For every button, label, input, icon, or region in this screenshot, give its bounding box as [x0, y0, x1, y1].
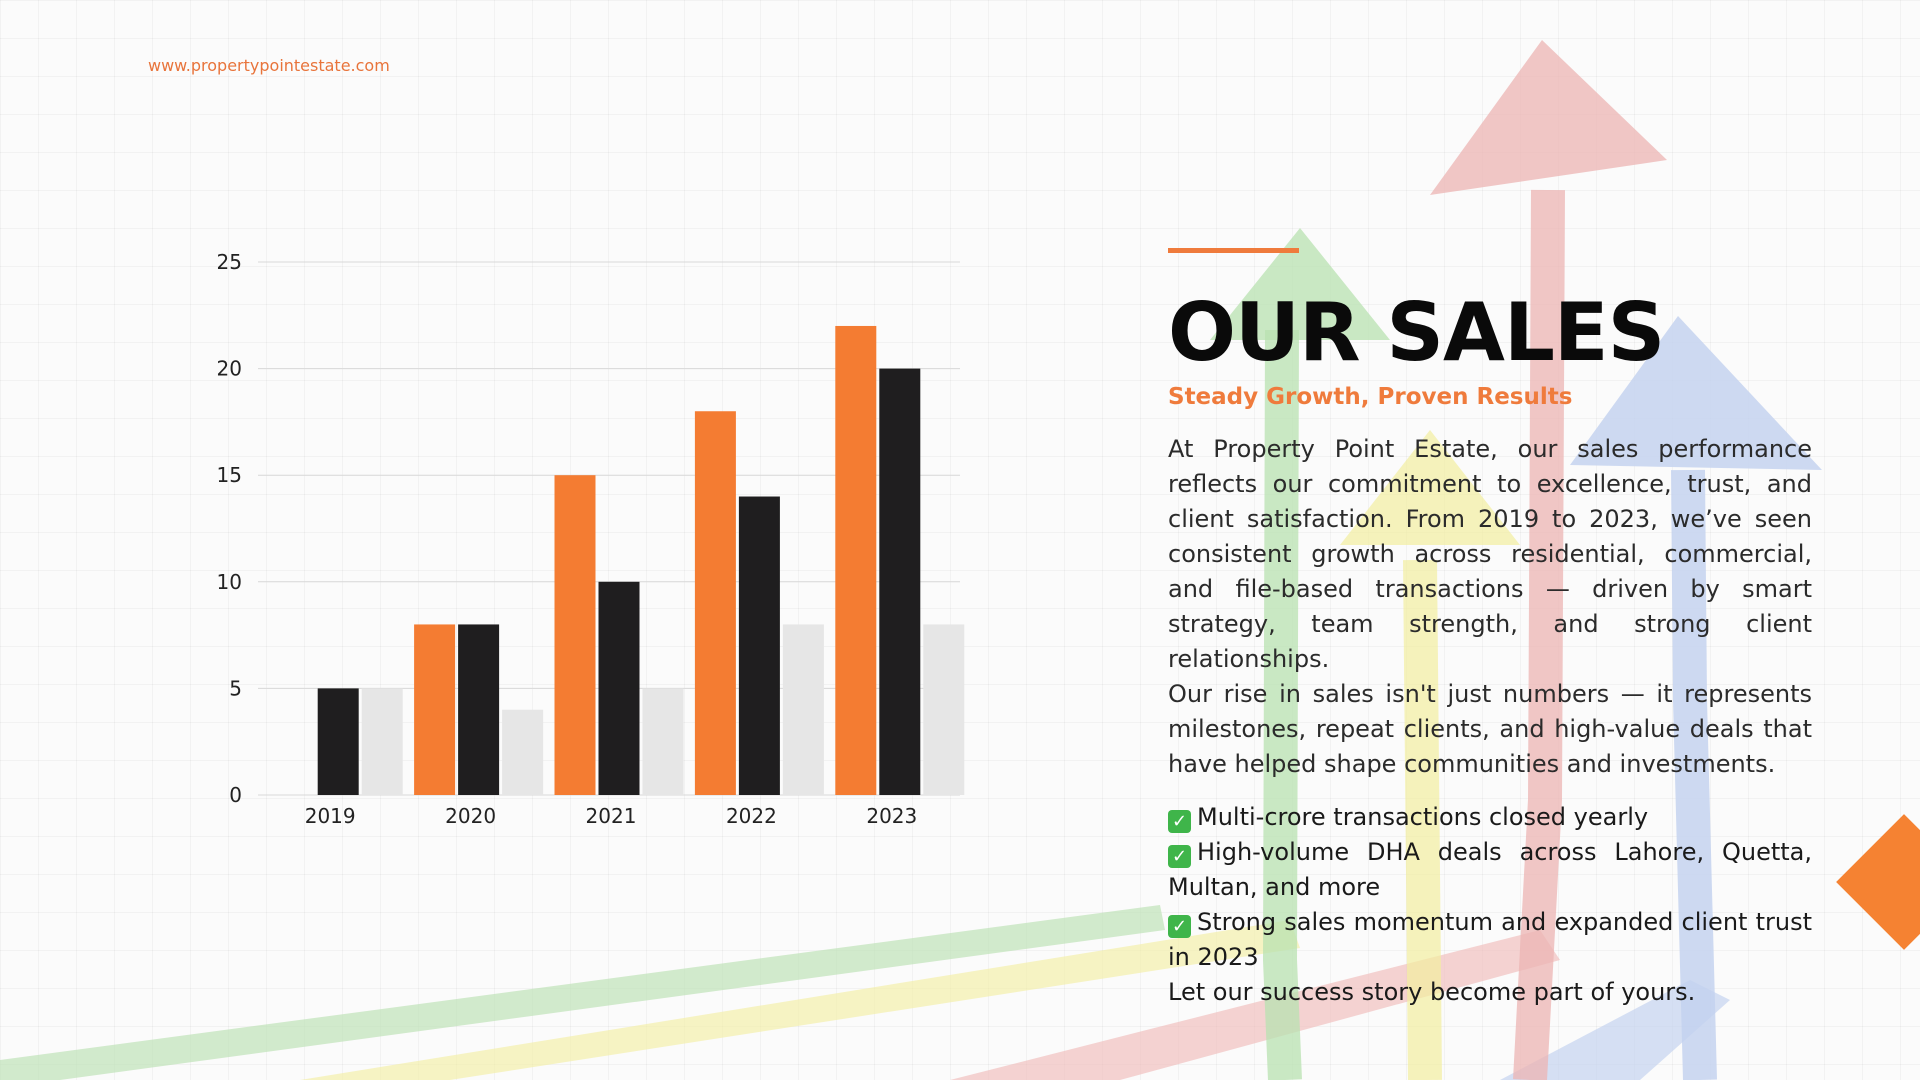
bar-2023-series-2 — [879, 368, 921, 795]
y-axis-ticks: 0 5 10 15 20 25 — [217, 250, 242, 807]
bar-2021-series-3 — [642, 688, 684, 795]
y-tick-label: 5 — [229, 676, 242, 700]
x-tick-label: 2021 — [586, 804, 637, 828]
y-tick-label: 20 — [217, 357, 242, 381]
y-tick-label: 25 — [217, 250, 242, 274]
bar-2022-series-3 — [782, 624, 824, 795]
bar-2023-series-1 — [835, 325, 877, 795]
bar-2022-series-2 — [738, 496, 780, 795]
highlight-item: ✓ High-volume DHA deals across Lahore, Qu… — [1168, 838, 1812, 901]
description-paragraph-2: Our rise in sales isn't just numbers — i… — [1168, 680, 1812, 778]
bar-2020-series-2 — [458, 624, 500, 795]
highlight-item: ✓ Multi-crore transactions closed yearly — [1168, 800, 1812, 835]
website-url[interactable]: www.propertypointestate.com — [148, 56, 390, 75]
sales-bar-chart: 0 5 10 15 20 25 2019 2020 2021 2022 2023 — [217, 250, 965, 828]
x-tick-label: 2023 — [866, 804, 917, 828]
y-tick-label: 0 — [229, 783, 242, 807]
highlights-list: ✓ Multi-crore transactions closed yearly … — [1168, 800, 1812, 1010]
chart-bars — [317, 325, 965, 795]
bar-2021-series-2 — [598, 581, 640, 795]
highlight-item: ✓ Strong sales momentum and expanded clie… — [1168, 908, 1812, 971]
bar-2019-series-2 — [317, 688, 359, 795]
y-tick-label: 10 — [217, 570, 242, 594]
bar-2023-series-3 — [923, 624, 965, 795]
title-accent-line — [1168, 248, 1299, 253]
x-tick-label: 2022 — [726, 804, 777, 828]
x-axis-ticks: 2019 2020 2021 2022 2023 — [305, 804, 918, 828]
bar-2019-series-3 — [361, 688, 403, 795]
closing-line: Let our success story become part of you… — [1168, 978, 1696, 1006]
sales-description: At Property Point Estate, our sales perf… — [1168, 432, 1812, 782]
check-icon: ✓ — [1168, 845, 1191, 868]
page-subtitle: Steady Growth, Proven Results — [1168, 384, 1573, 410]
bar-2021-series-1 — [554, 475, 596, 795]
description-paragraph-1: At Property Point Estate, our sales perf… — [1168, 435, 1812, 673]
x-tick-label: 2020 — [445, 804, 496, 828]
check-icon: ✓ — [1168, 915, 1191, 938]
page-title: OUR SALES — [1168, 286, 1665, 379]
check-icon: ✓ — [1168, 810, 1191, 833]
x-tick-label: 2019 — [305, 804, 356, 828]
bar-2020-series-1 — [414, 624, 456, 795]
y-tick-label: 15 — [217, 463, 242, 487]
bar-2022-series-1 — [694, 411, 736, 795]
bar-2020-series-3 — [502, 709, 544, 795]
